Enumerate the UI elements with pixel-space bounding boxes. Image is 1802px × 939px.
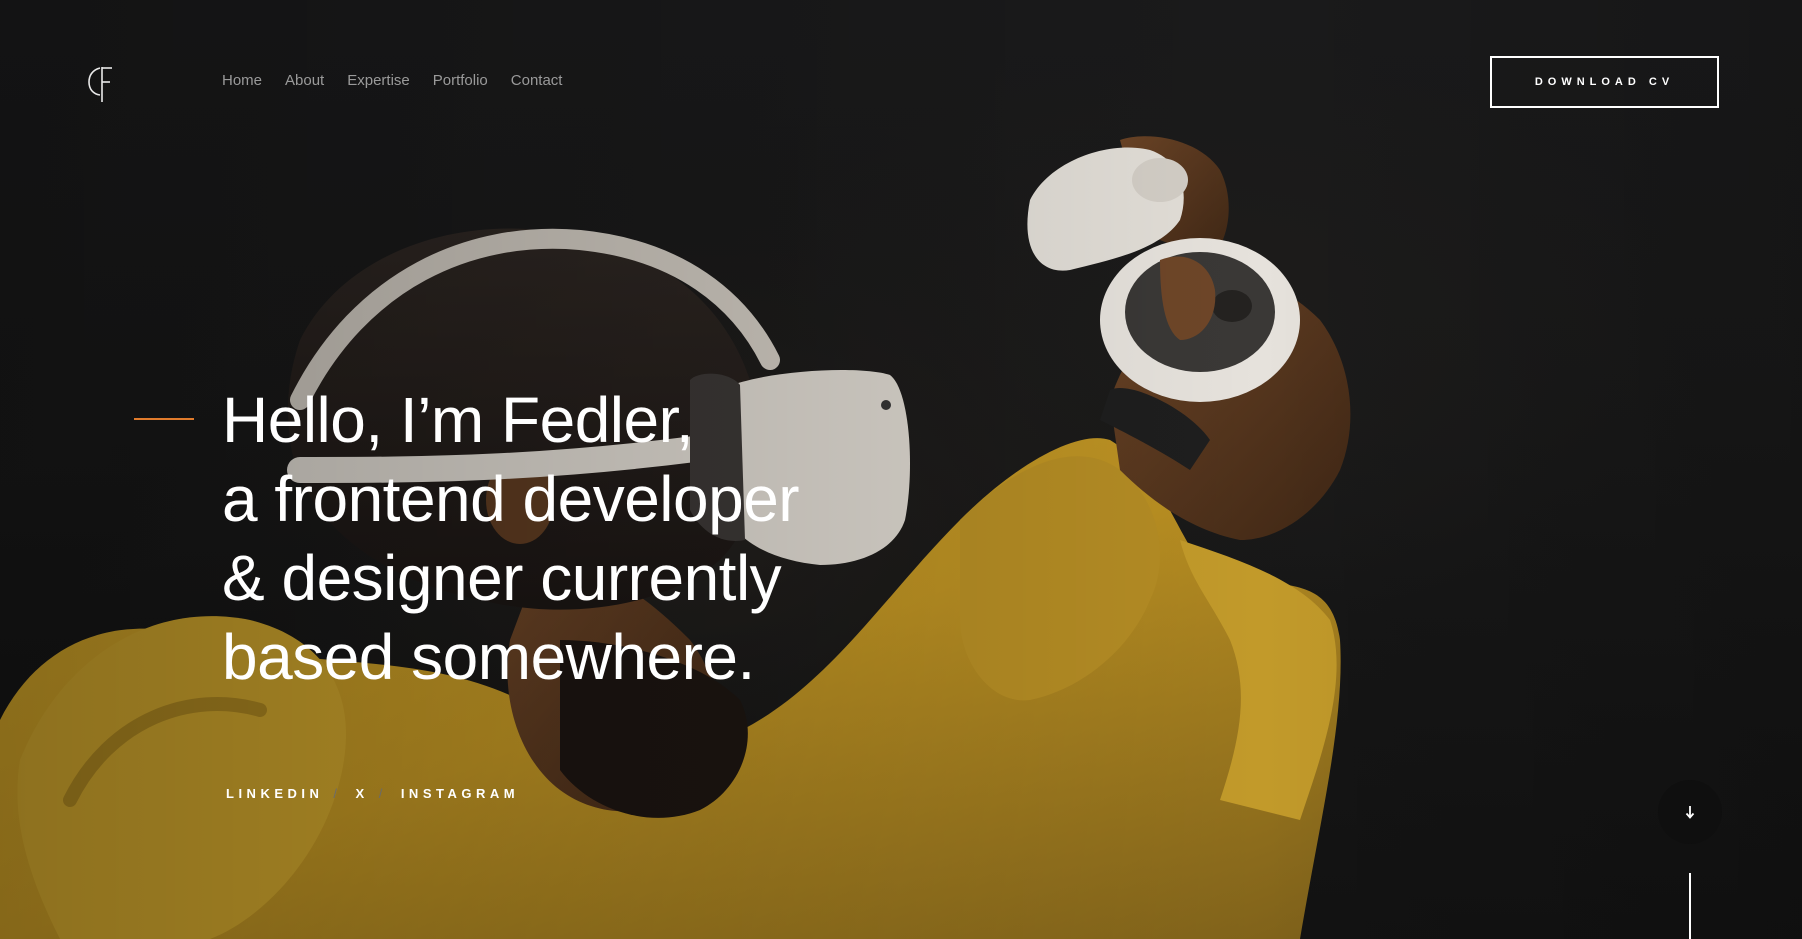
linkedin-link[interactable]: LINKEDIN: [226, 786, 323, 801]
nav-portfolio[interactable]: Portfolio: [433, 72, 488, 89]
arrow-down-icon: [1685, 806, 1695, 819]
scroll-indicator-line: [1689, 873, 1691, 939]
intro-headline: Hello, I’m Fedler, a frontend developer …: [222, 381, 1122, 697]
instagram-link[interactable]: INSTAGRAM: [401, 786, 519, 801]
logo-icon[interactable]: [86, 64, 116, 104]
nav-contact[interactable]: Contact: [511, 72, 563, 89]
headline-line-3: & designer currently: [222, 542, 782, 614]
nav-expertise[interactable]: Expertise: [347, 72, 410, 89]
social-links: LINKEDIN / X / INSTAGRAM: [226, 786, 519, 801]
hero-section: Home About Expertise Portfolio Contact D…: [0, 0, 1802, 939]
download-cv-button[interactable]: DOWNLOAD CV: [1490, 56, 1719, 108]
nav-home[interactable]: Home: [222, 72, 262, 89]
main-nav: Home About Expertise Portfolio Contact: [222, 72, 562, 89]
accent-line: [134, 418, 194, 420]
social-separator: /: [378, 786, 387, 801]
social-separator: /: [333, 786, 342, 801]
x-link[interactable]: X: [356, 786, 369, 801]
headline-line-4: based somewhere.: [222, 621, 755, 693]
headline-line-2: a frontend developer: [222, 463, 800, 535]
scroll-down-button[interactable]: [1658, 780, 1722, 844]
nav-about[interactable]: About: [285, 72, 324, 89]
headline-line-1: Hello, I’m Fedler,: [222, 384, 694, 456]
